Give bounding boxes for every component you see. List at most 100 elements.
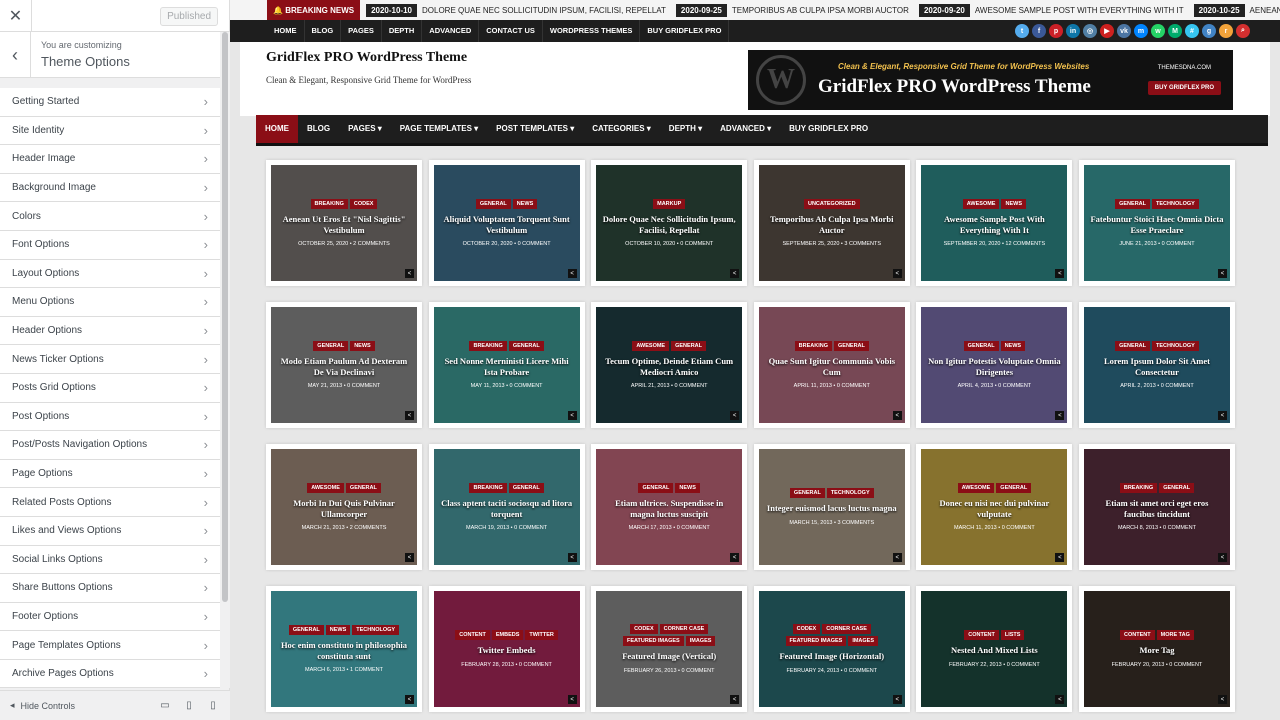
customizer-item[interactable]: Likes and Views Options › xyxy=(0,516,220,546)
post-thumbnail[interactable]: AWESOME GENERAL Tecum Optime, Deinde Etiam… xyxy=(596,307,743,423)
category-badge[interactable]: TWITTER xyxy=(525,630,558,641)
post-title[interactable]: Integer euismod lacus luctus magna xyxy=(767,503,897,514)
category-badge[interactable]: GENERAL xyxy=(963,340,999,351)
category-badge[interactable]: AWESOME xyxy=(307,482,344,493)
share-icon[interactable]: < xyxy=(892,695,902,704)
category-badge[interactable]: CORNER CASE xyxy=(822,624,871,635)
share-icon[interactable]: < xyxy=(1055,269,1065,278)
post-card[interactable]: AWESOME GENERAL Morbi In Dui Quis Pulvinar… xyxy=(266,444,422,570)
post-card[interactable]: AWESOME GENERAL Tecum Optime, Deinde Etiam… xyxy=(591,302,748,428)
share-icon[interactable]: < xyxy=(405,411,414,420)
post-card[interactable]: GENERAL TECHNOLOGY Lorem Ipsum Dolor Sit A… xyxy=(1078,302,1235,428)
post-title[interactable]: Morbi In Dui Quis Pulvinar Ullamcorper xyxy=(277,498,411,521)
post-card[interactable]: GENERAL NEWS Modo Etiam Paulum Ad Dexteram… xyxy=(266,302,422,428)
customizer-item[interactable]: Getting Started › xyxy=(0,88,220,117)
post-thumbnail[interactable]: BREAKING GENERAL Class aptent taciti socio… xyxy=(433,449,580,565)
category-badge[interactable]: GENERAL xyxy=(345,482,381,493)
post-card[interactable]: AWESOME NEWS Awesome Sample Post With Ever… xyxy=(916,160,1073,286)
post-thumbnail[interactable]: GENERAL NEWS Modo Etiam Paulum Ad Dexteram… xyxy=(271,307,417,423)
category-badge[interactable]: IMAGES xyxy=(848,636,879,647)
post-thumbnail[interactable]: GENERAL TECHNOLOGY Fatebuntur Stoici Haec … xyxy=(1083,165,1230,281)
share-icon[interactable]: < xyxy=(892,553,902,562)
post-card[interactable]: BREAKING CODEX Aenean Ut Eros Et "Nisl Sag… xyxy=(266,160,422,286)
post-title[interactable]: Donec eu nisi nec dui pulvinar vulputate xyxy=(927,498,1061,521)
share-icon[interactable]: < xyxy=(405,269,414,278)
post-title[interactable]: Hoc enim constituto in philosophia const… xyxy=(277,640,411,663)
post-card[interactable]: UNCATEGORIZED Temporibus Ab Culpa Ipsa Mo… xyxy=(753,160,910,286)
customizer-item[interactable]: Archive Pages Options › xyxy=(0,659,220,689)
category-badge[interactable]: BREAKING xyxy=(794,340,832,351)
share-icon[interactable]: < xyxy=(1055,695,1065,704)
share-icon[interactable]: < xyxy=(1217,695,1227,704)
customizer-item[interactable]: Header Image › xyxy=(0,145,220,174)
category-badge[interactable]: GENERAL xyxy=(834,340,869,351)
category-badge[interactable]: BREAKING xyxy=(469,340,507,351)
post-card[interactable]: AWESOME GENERAL Donec eu nisi nec dui pulv… xyxy=(916,444,1073,570)
ticker-item[interactable]: 2020-10-25 AENEAN UT EROS ET "NIS xyxy=(1193,3,1280,17)
customizer-item[interactable]: Posts Grid Options › xyxy=(0,373,220,403)
main-nav-item[interactable]: CATEGORIES ▾ xyxy=(583,115,660,143)
category-badge[interactable]: LISTS xyxy=(1000,630,1025,641)
category-badge[interactable]: CODEX xyxy=(792,624,821,635)
top-nav-item[interactable]: BLOG xyxy=(305,20,342,42)
post-title[interactable]: Awesome Sample Post With Everything With… xyxy=(927,214,1061,237)
customizer-item[interactable]: Font Options › xyxy=(0,230,220,260)
customizer-item[interactable]: Page Templates Options › xyxy=(0,631,220,660)
category-badge[interactable]: GENERAL xyxy=(789,488,825,499)
back-arrow-icon[interactable]: ‹ xyxy=(0,32,31,78)
main-nav-item[interactable]: HOME xyxy=(256,115,298,143)
post-card[interactable]: CONTENT EMBEDS TWITTER Twitter Embeds FEBRUA… xyxy=(428,586,585,712)
post-thumbnail[interactable]: GENERAL TECHNOLOGY Lorem Ipsum Dolor Sit A… xyxy=(1083,307,1230,423)
category-badge[interactable]: AWESOME xyxy=(632,340,670,351)
post-title[interactable]: Tecum Optime, Deinde Etiam Cum Mediocri … xyxy=(602,356,736,379)
post-thumbnail[interactable]: CONTENT LISTS Nested And Mixed Lists FEBRUA… xyxy=(921,591,1068,707)
twitter-icon[interactable]: t xyxy=(1015,24,1029,38)
post-title[interactable]: Dolore Quae Nec Sollicitudin Ipsum, Faci… xyxy=(602,214,736,237)
main-nav-item[interactable]: PAGES ▾ xyxy=(339,115,391,143)
category-badge[interactable]: IMAGES xyxy=(685,636,716,647)
category-badge[interactable]: BREAKING xyxy=(310,198,348,209)
share-icon[interactable]: < xyxy=(1055,553,1065,562)
category-badge[interactable]: MARKUP xyxy=(653,198,686,209)
post-thumbnail[interactable]: BREAKING GENERAL Sed Nonne Merninisti Lice… xyxy=(433,307,580,423)
post-thumbnail[interactable]: GENERAL TECHNOLOGY Integer euismod lacus l… xyxy=(758,449,905,565)
post-thumbnail[interactable]: GENERAL NEWS Aliquid Voluptatem Torquent S… xyxy=(433,165,580,281)
top-nav-item[interactable]: WORDPRESS THEMES xyxy=(543,20,641,42)
customizer-item[interactable]: Footer Options › xyxy=(0,602,220,632)
category-badge[interactable]: NEWS xyxy=(325,624,351,635)
category-badge[interactable]: CONTENT xyxy=(964,630,999,641)
messenger-icon[interactable]: m xyxy=(1134,24,1148,38)
category-badge[interactable]: GENERAL xyxy=(288,624,324,635)
post-thumbnail[interactable]: CONTENT MORE TAG More Tag FEBRUARY 20, 2013… xyxy=(1083,591,1230,707)
post-thumbnail[interactable]: GENERAL NEWS TECHNOLOGY Hoc enim constituto… xyxy=(271,591,417,707)
post-thumbnail[interactable]: UNCATEGORIZED Temporibus Ab Culpa Ipsa Mo… xyxy=(758,165,905,281)
top-nav-item[interactable]: BUY GRIDFLEX PRO xyxy=(640,20,730,42)
customizer-item[interactable]: Colors › xyxy=(0,202,220,231)
post-card[interactable]: GENERAL NEWS TECHNOLOGY Hoc enim constituto… xyxy=(266,586,422,712)
share-icon[interactable]: < xyxy=(567,269,577,278)
post-thumbnail[interactable]: MARKUP Dolore Quae Nec Sollicitudin Ipsum… xyxy=(596,165,743,281)
post-title[interactable]: Non Igitur Potestis Voluptate Omnia Diri… xyxy=(927,356,1061,379)
post-thumbnail[interactable]: BREAKING CODEX Aenean Ut Eros Et "Nisl Sag… xyxy=(271,165,417,281)
published-button[interactable]: Published xyxy=(160,7,218,26)
share-icon[interactable]: < xyxy=(567,553,577,562)
post-title[interactable]: Sed Nonne Merninisti Licere Mihi Ista Pr… xyxy=(440,356,574,379)
hide-controls-button[interactable]: ◂ Hide Controls xyxy=(10,700,148,711)
top-nav-item[interactable]: CONTACT US xyxy=(479,20,543,42)
category-badge[interactable]: GENERAL xyxy=(1159,482,1195,493)
post-card[interactable]: BREAKING GENERAL Sed Nonne Merninisti Lice… xyxy=(428,302,585,428)
post-thumbnail[interactable]: CODEX CORNER CASE FEATURED IMAGES IMAGES Fea… xyxy=(758,591,905,707)
post-title[interactable]: Aliquid Voluptatem Torquent Sunt Vestibu… xyxy=(440,214,574,237)
category-badge[interactable]: NEWS xyxy=(1001,198,1026,209)
ticker-item[interactable]: 2020-09-20 AWESOME SAMPLE POST WITH EVERY… xyxy=(918,3,1184,17)
category-badge[interactable]: NEWS xyxy=(675,482,700,493)
category-badge[interactable]: TECHNOLOGY xyxy=(1152,340,1199,351)
share-icon[interactable]: < xyxy=(730,411,740,420)
category-badge[interactable]: GENERAL xyxy=(508,482,544,493)
whatsapp-icon[interactable]: w xyxy=(1151,24,1165,38)
post-card[interactable]: MARKUP Dolore Quae Nec Sollicitudin Ipsum… xyxy=(591,160,748,286)
post-thumbnail[interactable]: BREAKING GENERAL Etiam sit amet orci eget … xyxy=(1083,449,1230,565)
main-nav-item[interactable]: ADVANCED ▾ xyxy=(711,115,780,143)
facebook-icon[interactable]: f xyxy=(1032,24,1046,38)
share-icon[interactable]: < xyxy=(892,411,902,420)
